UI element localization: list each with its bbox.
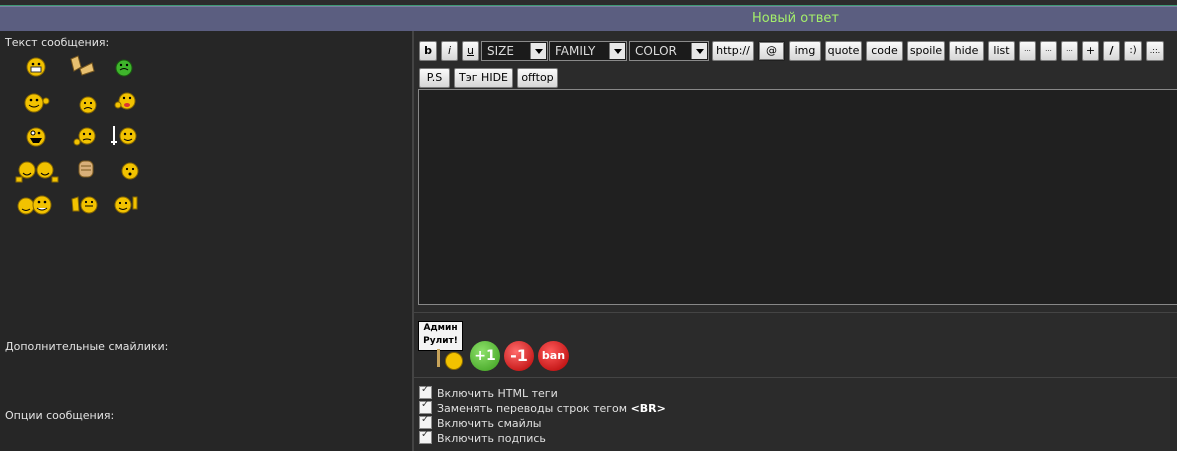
minus-one-icon[interactable]: -1 — [504, 341, 534, 371]
worried-smiley-icon[interactable] — [118, 159, 142, 183]
checkbox-checked-icon[interactable] — [419, 399, 432, 414]
sign-line-2: Рулит! — [423, 336, 458, 346]
laughing-group-icon[interactable] — [14, 193, 58, 217]
option-signature[interactable]: Включить подпись — [419, 429, 546, 446]
sad-smiley-icon[interactable] — [76, 93, 100, 117]
editor-column: b i u SIZE FAMILY COLOR http:// @ img qu… — [414, 31, 1177, 451]
sign-smiley-icon[interactable] — [110, 123, 140, 147]
list-button[interactable]: list — [988, 41, 1015, 61]
bold-button[interactable]: b — [419, 41, 437, 61]
message-options-label: Опции сообщения: — [5, 409, 115, 422]
waving-smiley-icon[interactable] — [22, 91, 50, 115]
spoiler-button[interactable]: spoile — [907, 41, 945, 61]
option-br-tags[interactable]: Заменять переводы строк тегом <BR> — [419, 399, 666, 416]
checkbox-checked-icon[interactable] — [419, 429, 432, 444]
size-select-value: SIZE — [487, 44, 514, 58]
extra-smilies-label: Дополнительные смайлики: — [5, 340, 169, 353]
chevron-down-icon — [691, 43, 707, 59]
chevron-down-icon — [530, 43, 546, 59]
tag-hide-button[interactable]: Тэг HIDE — [454, 68, 513, 88]
family-select-value: FAMILY — [555, 44, 596, 58]
offtop-button[interactable]: offtop — [517, 68, 558, 88]
thumbs-up-smiley-icon[interactable] — [112, 193, 140, 217]
img-button[interactable]: img — [789, 41, 821, 61]
color-select-value: COLOR — [635, 44, 677, 58]
checkbox-checked-icon[interactable] — [419, 384, 432, 399]
tongue-smiley-icon[interactable] — [114, 89, 138, 113]
smile-button[interactable]: :) — [1124, 41, 1142, 61]
family-select[interactable]: FAMILY — [549, 41, 627, 61]
option-signature-label: Включить подпись — [437, 432, 546, 445]
option-smilies-label: Включить смайлы — [437, 417, 542, 430]
grin-icon[interactable] — [24, 55, 48, 79]
more-button-1[interactable]: ··· — [1019, 41, 1036, 61]
color-select[interactable]: COLOR — [629, 41, 709, 61]
reply-header: Новый ответ — [0, 6, 1177, 32]
size-select[interactable]: SIZE — [481, 41, 548, 61]
plus-one-icon[interactable]: +1 — [470, 341, 500, 371]
friends-hug-icon[interactable] — [14, 159, 60, 183]
code-button[interactable]: code — [866, 41, 903, 61]
message-textarea[interactable] — [418, 89, 1177, 305]
ban-icon[interactable]: ban — [538, 341, 569, 371]
quote-button[interactable]: quote — [825, 41, 862, 61]
hand-smiley-icon[interactable] — [70, 193, 100, 217]
hide-button[interactable]: hide — [949, 41, 984, 61]
email-button[interactable]: @ — [758, 41, 785, 61]
br-tag-text: <BR> — [630, 402, 666, 415]
sick-green-icon[interactable] — [112, 56, 136, 80]
symbols-button[interactable]: .::. — [1146, 41, 1164, 61]
option-html-tags-label: Включить HTML теги — [437, 387, 558, 400]
ps-button[interactable]: P.S — [419, 68, 450, 88]
url-button[interactable]: http:// — [712, 41, 754, 61]
more-button-2[interactable]: ··· — [1040, 41, 1057, 61]
fist-icon[interactable] — [74, 157, 98, 181]
more-button-3[interactable]: ··· — [1061, 41, 1078, 61]
left-column: Текст сообщения: Дополнительные смайлики… — [0, 31, 412, 451]
italic-button[interactable]: i — [441, 41, 458, 61]
plus-button[interactable]: + — [1082, 41, 1099, 61]
underline-button[interactable]: u — [462, 41, 479, 61]
message-text-label: Текст сообщения: — [5, 36, 110, 49]
section-divider — [414, 312, 1177, 313]
option-br-tags-label: Заменять переводы строк тегом — [437, 402, 631, 415]
thinking-smiley-icon[interactable] — [72, 125, 100, 149]
crazy-smiley-icon[interactable] — [24, 125, 48, 149]
section-divider — [414, 377, 1177, 378]
clap-hands-icon[interactable] — [68, 53, 96, 77]
admin-rules-sign-icon[interactable]: Админ Рулит! — [418, 319, 466, 370]
option-html-tags[interactable]: Включить HTML теги — [419, 384, 558, 401]
chevron-down-icon — [609, 43, 625, 59]
slash-button[interactable]: / — [1103, 41, 1120, 61]
sign-line-1: Админ — [423, 323, 458, 333]
checkbox-checked-icon[interactable] — [419, 414, 432, 429]
option-smilies[interactable]: Включить смайлы — [419, 414, 542, 431]
page-title: Новый ответ — [752, 11, 839, 26]
